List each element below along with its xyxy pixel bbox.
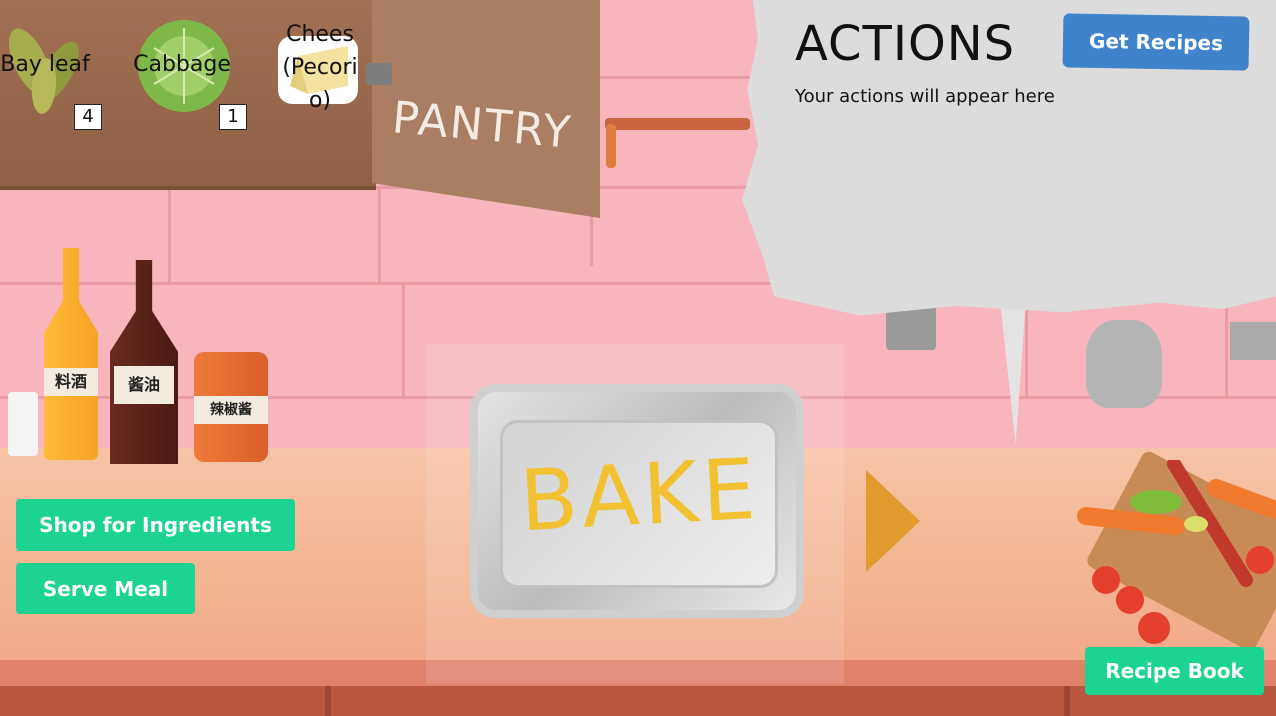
pantry-item-label: Chees (Pecori o)	[280, 18, 360, 117]
get-recipes-button[interactable]: Get Recipes	[1062, 13, 1250, 71]
pantry-item-count: 1	[219, 104, 247, 130]
wall-tile-line	[168, 186, 171, 282]
wall-tile-line	[402, 285, 405, 396]
serve-meal-button[interactable]: Serve Meal	[16, 563, 195, 614]
vegetables-icon	[1077, 460, 1276, 644]
cabinet-gap	[1064, 686, 1070, 716]
utensil-rail-end	[606, 124, 616, 168]
whisk-icon	[1230, 322, 1276, 360]
wall-tile-line	[378, 186, 381, 282]
cooking-wine-bottle	[44, 248, 98, 460]
spatula-icon	[1086, 320, 1162, 408]
pantry-item-label: Cabbage	[133, 52, 231, 77]
shop-for-ingredients-button[interactable]: Shop for Ingredients	[16, 499, 295, 551]
pantry-item-cabbage[interactable]: Cabbage 1	[128, 0, 248, 130]
pantry-item-label-line: Chees	[286, 22, 354, 47]
kitchen-scene: PANTRY Bay leaf 4 Cabbage 1 Chees (Pecor…	[0, 0, 1276, 716]
pantry-item-count: 4	[74, 104, 102, 130]
pantry-item-label-line: o)	[308, 88, 332, 113]
actions-title: ACTIONS	[795, 16, 1016, 72]
pantry-door-knob	[366, 63, 392, 85]
pantry-item-cheese[interactable]: Chees (Pecori o)	[276, 0, 364, 130]
knife-icon	[1000, 300, 1026, 444]
bottle-label: 料酒	[44, 368, 98, 396]
actions-placeholder: Your actions will appear here	[795, 86, 1055, 107]
soy-sauce-bottle	[110, 260, 178, 464]
bottle-label: 酱油	[114, 366, 174, 404]
bottle-label: 辣椒酱	[194, 396, 268, 424]
salt-shaker	[8, 392, 38, 456]
utensil-rail	[605, 118, 750, 130]
cabinet-gap	[325, 686, 331, 716]
pantry-item-label: Bay leaf	[0, 52, 90, 77]
pantry-item-bay-leaf[interactable]: Bay leaf 4	[0, 0, 120, 130]
bake-label: BAKE	[517, 439, 762, 551]
pantry-item-label-line: (Pecori	[282, 55, 358, 80]
recipe-book-button[interactable]: Recipe Book	[1085, 647, 1264, 695]
